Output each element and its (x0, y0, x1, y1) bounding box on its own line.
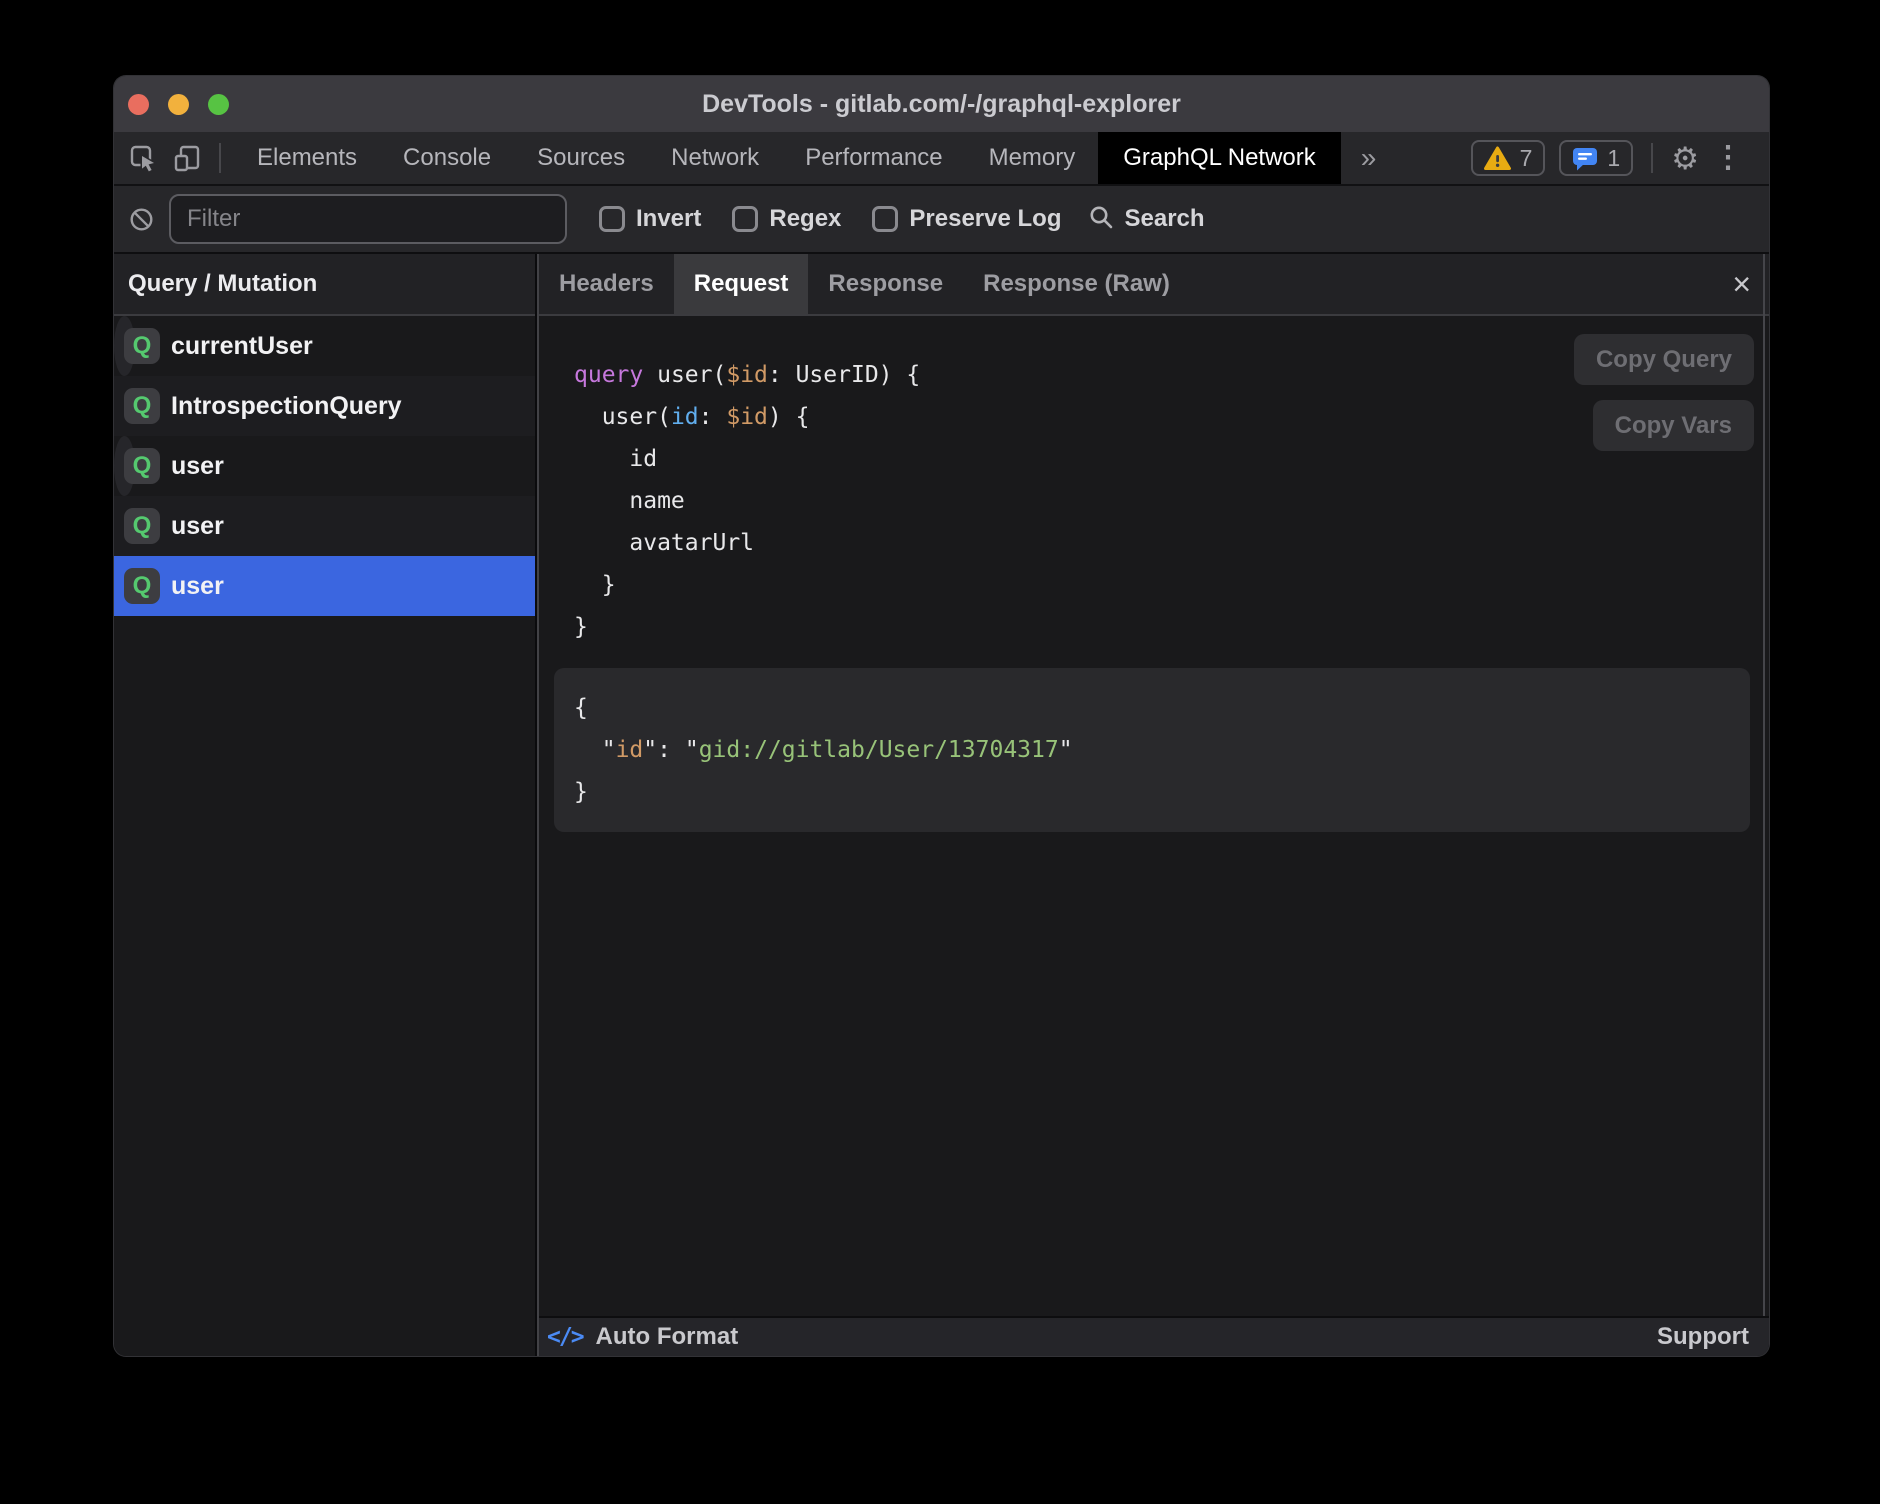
toolbar-tab-elements[interactable]: Elements (234, 132, 380, 184)
warning-icon (1484, 146, 1511, 171)
auto-format-button[interactable]: </> Auto Format (547, 1323, 738, 1351)
zoom-window-button[interactable] (208, 94, 229, 115)
search-toggle[interactable]: Search (1088, 204, 1204, 235)
detail-tab-response-raw[interactable]: Response (Raw) (963, 254, 1190, 314)
toolbar-tab-network[interactable]: Network (648, 132, 782, 184)
auto-format-label: Auto Format (596, 1323, 739, 1351)
toolbar-tab-memory[interactable]: Memory (966, 132, 1099, 184)
query-list-item-user-3[interactable]: Quser (114, 496, 535, 556)
toolbar-tab-console[interactable]: Console (380, 132, 514, 184)
query-item-label: currentUser (171, 332, 313, 361)
request-content: query user($id: UserID) { user(id: $id) … (539, 316, 1769, 1316)
filter-option-invert[interactable]: Invert (599, 205, 701, 233)
filter-input[interactable] (169, 194, 567, 244)
code-line: } (574, 771, 1730, 813)
query-item-label: IntrospectionQuery (171, 392, 402, 421)
query-badge-icon: Q (124, 508, 160, 544)
toolbar-left-icons (130, 145, 201, 172)
search-icon (1088, 204, 1114, 235)
copy-query-button[interactable]: Copy Query (1574, 334, 1754, 385)
window-title: DevTools - gitlab.com/-/graphql-explorer (702, 90, 1181, 119)
menu-kebab-icon[interactable]: ⋮ (1713, 143, 1743, 173)
invert-checkbox[interactable] (599, 206, 625, 232)
regex-label: Regex (769, 205, 841, 233)
detail-panel: HeadersRequestResponseResponse (Raw) × q… (539, 254, 1769, 1356)
support-link[interactable]: Support (1657, 1323, 1749, 1351)
scrollbar-track[interactable] (1763, 254, 1765, 1316)
clear-icon[interactable] (129, 207, 154, 232)
panel-body: Query / Mutation QcurrentUserQIntrospect… (114, 254, 1769, 1356)
filter-bar: Invert Regex Preserve Log Search (114, 186, 1769, 254)
search-label: Search (1124, 205, 1204, 233)
code-line: id (574, 438, 1769, 480)
code-line: } (574, 564, 1769, 606)
detail-tab-response[interactable]: Response (808, 254, 963, 314)
code-line: "id": "gid://gitlab/User/13704317" (574, 729, 1730, 771)
query-badge-icon: Q (124, 388, 160, 424)
query-item-label: user (171, 452, 224, 481)
settings-gear-icon[interactable]: ⚙ (1671, 143, 1699, 174)
invert-label: Invert (636, 205, 701, 233)
preserve-log-label: Preserve Log (909, 205, 1061, 233)
code-line: avatarUrl (574, 522, 1769, 564)
filter-option-preserve-log[interactable]: Preserve Log (872, 205, 1061, 233)
query-list-item-introspectionquery-1[interactable]: Q IntrospectionQuery (114, 376, 535, 436)
close-window-button[interactable] (128, 94, 149, 115)
filter-options: Invert Regex Preserve Log (599, 205, 1061, 233)
code-line: name (574, 480, 1769, 522)
detail-tab-request[interactable]: Request (674, 254, 809, 314)
detail-tabs-list: HeadersRequestResponseResponse (Raw) (539, 254, 1190, 314)
sidebar: Query / Mutation QcurrentUserQIntrospect… (114, 254, 537, 1356)
inspect-element-icon[interactable] (130, 145, 157, 172)
minimize-window-button[interactable] (168, 94, 189, 115)
message-icon (1572, 146, 1598, 171)
detail-tabs: HeadersRequestResponseResponse (Raw) × (539, 254, 1769, 316)
query-item-label: user (171, 572, 224, 601)
query-list: QcurrentUserQIntrospectionQueryQuserQuse… (114, 316, 535, 1356)
query-list-item-user-2[interactable]: Quser (114, 436, 135, 496)
toolbar-tabs: ElementsConsoleSourcesNetworkPerformance… (234, 132, 1341, 184)
detail-footer: </> Auto Format Support (539, 1316, 1769, 1356)
warning-count: 7 (1520, 145, 1533, 172)
query-item-label: user (171, 512, 224, 541)
query-badge-icon: Q (124, 568, 160, 604)
warnings-badge[interactable]: 7 (1471, 140, 1546, 176)
toolbar-tab-graphql-network[interactable]: GraphQL Network (1098, 132, 1341, 184)
query-badge-icon: Q (124, 448, 160, 484)
more-panels-icon[interactable]: » (1361, 144, 1377, 172)
code-format-icon: </> (547, 1324, 583, 1350)
regex-checkbox[interactable] (732, 206, 758, 232)
filter-option-regex[interactable]: Regex (732, 205, 841, 233)
close-panel-icon[interactable]: × (1732, 268, 1751, 300)
titlebar: DevTools - gitlab.com/-/graphql-explorer (114, 76, 1769, 132)
message-count: 1 (1607, 145, 1620, 172)
traffic-lights (128, 76, 229, 132)
code-line: user(id: $id) { (574, 396, 1769, 438)
toolbar-right: 7 1 ⚙ ⋮ (1471, 140, 1743, 176)
variables-box: { "id": "gid://gitlab/User/13704317"} (554, 668, 1750, 832)
query-badge-icon: Q (124, 328, 160, 364)
screen: DevTools - gitlab.com/-/graphql-explorer (0, 0, 1880, 1504)
code-line: } (574, 606, 1769, 648)
devtools-toolbar: ElementsConsoleSourcesNetworkPerformance… (114, 132, 1769, 186)
preserve-log-checkbox[interactable] (872, 206, 898, 232)
sidebar-header: Query / Mutation (114, 254, 535, 316)
issues-badge[interactable]: 1 (1559, 140, 1633, 176)
copy-vars-button[interactable]: Copy Vars (1593, 400, 1754, 451)
toolbar-tab-performance[interactable]: Performance (782, 132, 965, 184)
devtools-window: DevTools - gitlab.com/-/graphql-explorer (114, 76, 1769, 1356)
code-line: { (574, 687, 1730, 729)
badge-separator (1651, 143, 1653, 173)
toolbar-tab-sources[interactable]: Sources (514, 132, 648, 184)
detail-tab-headers[interactable]: Headers (539, 254, 674, 314)
device-toolbar-icon[interactable] (174, 145, 201, 172)
query-list-item-user-4[interactable]: Quser (114, 556, 535, 616)
toolbar-separator (219, 143, 221, 173)
query-list-item-currentuser-0[interactable]: QcurrentUser (114, 316, 135, 376)
